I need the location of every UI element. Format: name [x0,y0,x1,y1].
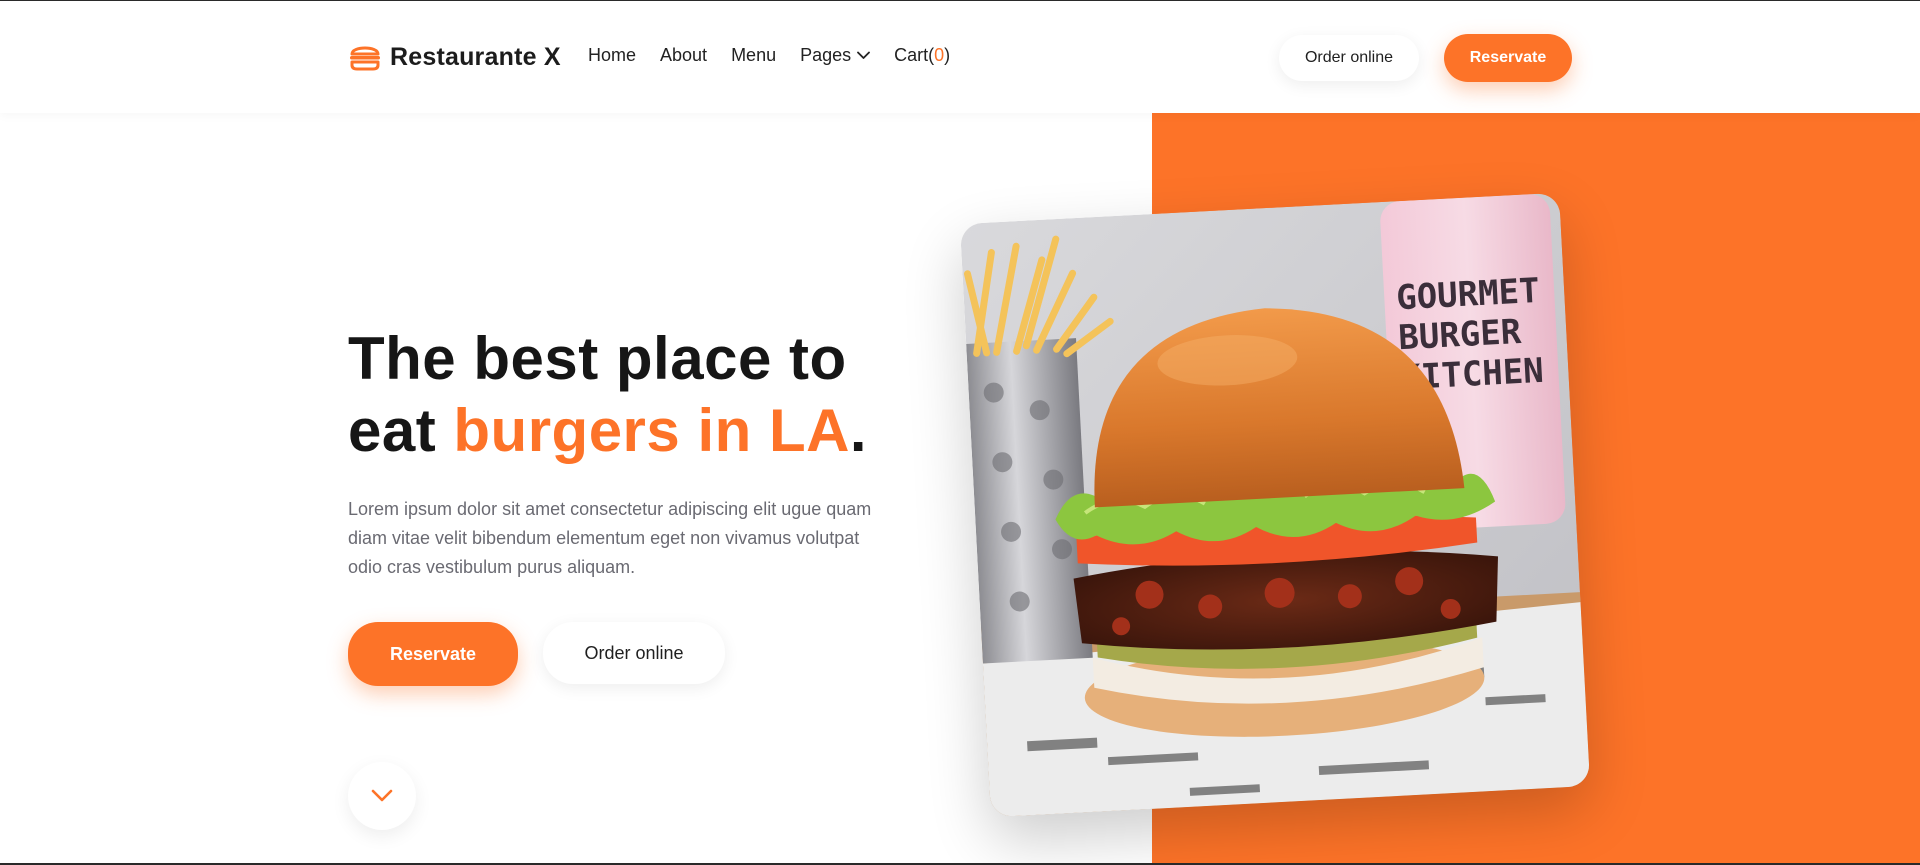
chevron-down-icon [857,51,871,59]
scroll-down-button[interactable] [348,762,416,830]
cup-text-line2: BURGER [1397,312,1522,358]
cart-count: 0 [934,45,945,65]
hero-headline: The best place to eat burgers in LA. [348,323,908,467]
header-order-online-button[interactable]: Order online [1279,35,1419,81]
burger-illustration: GOURMET BURGER KITCHEN [959,192,1591,818]
headline-line1: The best place to [348,325,847,392]
hero-reservate-button[interactable]: Reservate [348,622,518,686]
nav-home[interactable]: Home [588,45,636,66]
site-header: Restaurante X Home About Menu Pages Cart… [0,1,1920,113]
brand-name: Restaurante X [390,42,561,71]
hero-order-online-button[interactable]: Order online [543,622,725,684]
nav-menu[interactable]: Menu [731,45,776,66]
chevron-down-icon [371,789,393,802]
nav-about[interactable]: About [660,45,707,66]
headline-period: . [849,397,868,464]
headline-line2: eat [348,397,454,464]
main-nav: Home About Menu Pages Cart(0) [588,45,950,66]
cart-label: Cart(0) [894,45,951,65]
burger-photo: GOURMET BURGER KITCHEN [959,192,1591,818]
burger-icon [350,46,380,71]
page: Restaurante X Home About Menu Pages Cart… [0,0,1920,865]
nav-cart[interactable]: Cart(0) [894,45,950,66]
hero-description: Lorem ipsum dolor sit amet consectetur a… [348,499,872,577]
nav-pages-label: Pages [800,45,852,65]
nav-pages-dropdown[interactable]: Pages [800,45,871,66]
brand-logo[interactable]: Restaurante X [348,42,561,72]
headline-accent: burgers in LA [453,397,850,464]
header-reservate-button[interactable]: Reservate [1444,34,1572,82]
